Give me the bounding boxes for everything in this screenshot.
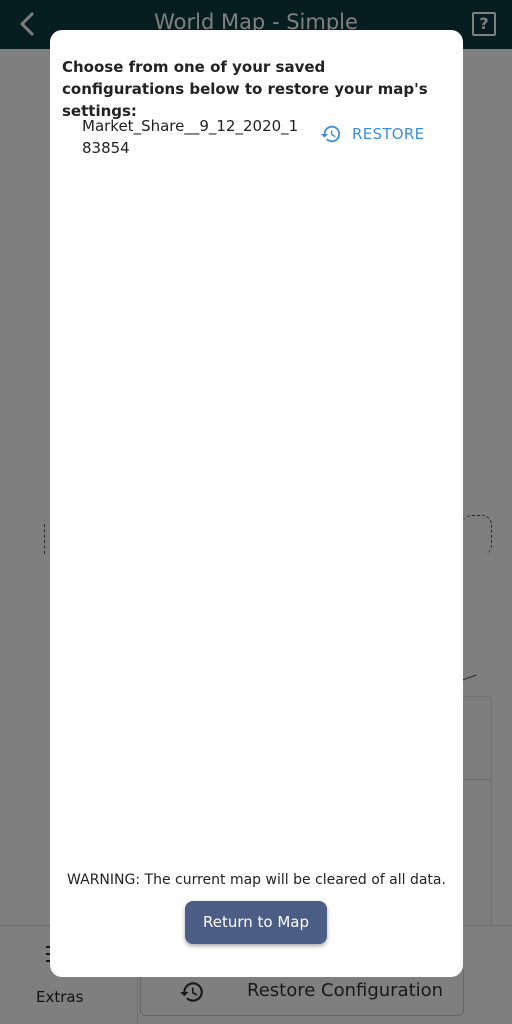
configuration-name: Market_Share__9_12_2020_183854 xyxy=(82,117,299,157)
restore-configuration-dialog: Choose from one of your saved configurat… xyxy=(50,30,463,977)
restore-label: RESTORE xyxy=(352,125,425,143)
restore-button[interactable]: RESTORE xyxy=(320,120,424,148)
return-to-map-button[interactable]: Return to Map xyxy=(185,901,327,944)
warning-text: WARNING: The current map will be cleared… xyxy=(67,872,446,888)
list-item: Market_Share__9_12_2020_183854 RESTORE xyxy=(82,115,442,159)
history-icon xyxy=(320,125,341,143)
dialog-heading: Choose from one of your saved configurat… xyxy=(62,58,428,120)
